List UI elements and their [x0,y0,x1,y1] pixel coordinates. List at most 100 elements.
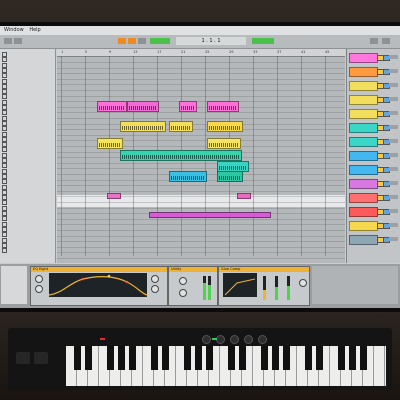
track-volume-field[interactable] [389,83,398,87]
black-key[interactable] [150,346,158,370]
keyboard-knob[interactable] [202,335,211,344]
browser-item[interactable] [2,105,52,110]
track-volume-field[interactable] [389,209,398,213]
utility-device-title[interactable]: Utility [169,267,217,272]
play-button[interactable] [118,38,126,44]
black-key[interactable] [117,346,125,370]
browser-item[interactable] [2,184,52,190]
track-volume-field[interactable] [389,195,398,199]
browser-item[interactable] [2,57,52,63]
eq-device-title[interactable]: EQ Eight [31,267,167,272]
mixer-track-header[interactable] [349,151,378,161]
browser-item[interactable] [2,195,52,201]
loop-toggle[interactable] [150,38,170,44]
arrangement-clip[interactable] [169,171,207,182]
browser-item[interactable] [2,189,52,195]
compressor-graph[interactable] [223,273,257,297]
black-key[interactable] [227,346,235,370]
track-volume-field[interactable] [389,111,398,115]
mixer-track-header[interactable] [349,165,378,175]
mixer-track-header[interactable] [349,235,378,245]
arrangement-clip[interactable] [237,193,251,199]
mixer-track-header[interactable] [349,81,378,91]
track-volume-field[interactable] [389,223,398,227]
pitch-wheel[interactable] [16,352,30,364]
browser-item[interactable] [2,248,52,254]
black-key[interactable] [183,346,191,370]
track-lane[interactable] [57,253,345,259]
eq-knob[interactable] [35,285,43,293]
black-key[interactable] [73,346,81,370]
eq-band-point[interactable] [81,277,85,281]
mixer-track-header[interactable] [349,67,378,77]
black-key[interactable] [359,346,367,370]
mixer-track-header[interactable] [349,221,378,231]
keyboard-knob[interactable] [244,335,253,344]
browser-item[interactable] [2,147,52,153]
white-key[interactable] [374,346,385,386]
mixer-track-header[interactable] [349,95,378,105]
keyboard-knob[interactable] [258,335,267,344]
mixer-track-header[interactable] [349,53,378,63]
browser-item[interactable] [2,52,52,57]
browser-item[interactable] [2,62,52,68]
black-key[interactable] [238,346,246,370]
arrangement-clip[interactable] [169,121,193,132]
arrangement-clip[interactable] [149,212,271,218]
black-key[interactable] [271,346,279,370]
track-volume-field[interactable] [389,139,398,143]
arrangement-clip[interactable] [207,121,243,132]
compressor-device-title[interactable]: Glue Comp [219,267,309,272]
black-key[interactable] [315,346,323,370]
browser-item[interactable] [2,179,52,185]
mixer-track-header[interactable] [349,137,378,147]
arrangement-clip[interactable] [127,101,159,112]
browser-item[interactable] [2,136,52,142]
eq-scale-knob[interactable] [151,285,159,293]
browser-item[interactable] [2,163,52,169]
black-key[interactable] [282,346,290,370]
browser-item[interactable] [2,115,52,121]
arrangement-clip[interactable] [97,138,123,149]
punch-toggle[interactable] [252,38,274,44]
track-volume-field[interactable] [389,55,398,59]
black-key[interactable] [161,346,169,370]
arrangement-clip[interactable] [179,101,197,112]
mod-wheel[interactable] [34,352,48,364]
browser-item[interactable] [2,173,52,179]
black-key[interactable] [128,346,136,370]
eq-curve-display[interactable] [48,273,148,297]
black-key[interactable] [205,346,213,370]
song-position[interactable]: 1 . 1 . 1 [176,37,246,45]
browser-item[interactable] [2,99,52,105]
browser-item[interactable] [2,126,52,132]
record-button[interactable] [138,38,146,44]
browser-item[interactable] [2,242,52,248]
browser-item[interactable] [2,110,52,116]
menu-window[interactable]: Window [4,27,24,33]
arrangement-clip[interactable] [207,101,239,112]
browser-item[interactable] [2,67,52,73]
browser-item[interactable] [2,142,52,148]
mixer-track-header[interactable] [349,179,378,189]
track-volume-field[interactable] [389,125,398,129]
browser-item[interactable] [2,94,52,100]
black-key[interactable] [194,346,202,370]
eq-band-point[interactable] [107,274,111,278]
stop-button[interactable] [128,38,136,44]
browser-item[interactable] [2,232,52,238]
tap-button[interactable] [4,38,12,44]
browser-item[interactable] [2,226,52,232]
arrangement-clip[interactable] [217,171,243,182]
browser-item[interactable] [2,216,52,222]
browser-item[interactable] [2,158,52,163]
browser-item[interactable] [2,152,52,158]
mixer-track-header[interactable] [349,123,378,133]
arrangement-clip[interactable] [120,121,166,132]
track-volume-field[interactable] [389,97,398,101]
browser-item[interactable] [2,200,52,206]
black-key[interactable] [304,346,312,370]
browser-item[interactable] [2,78,52,84]
browser-item[interactable] [2,168,52,174]
black-key[interactable] [348,346,356,370]
